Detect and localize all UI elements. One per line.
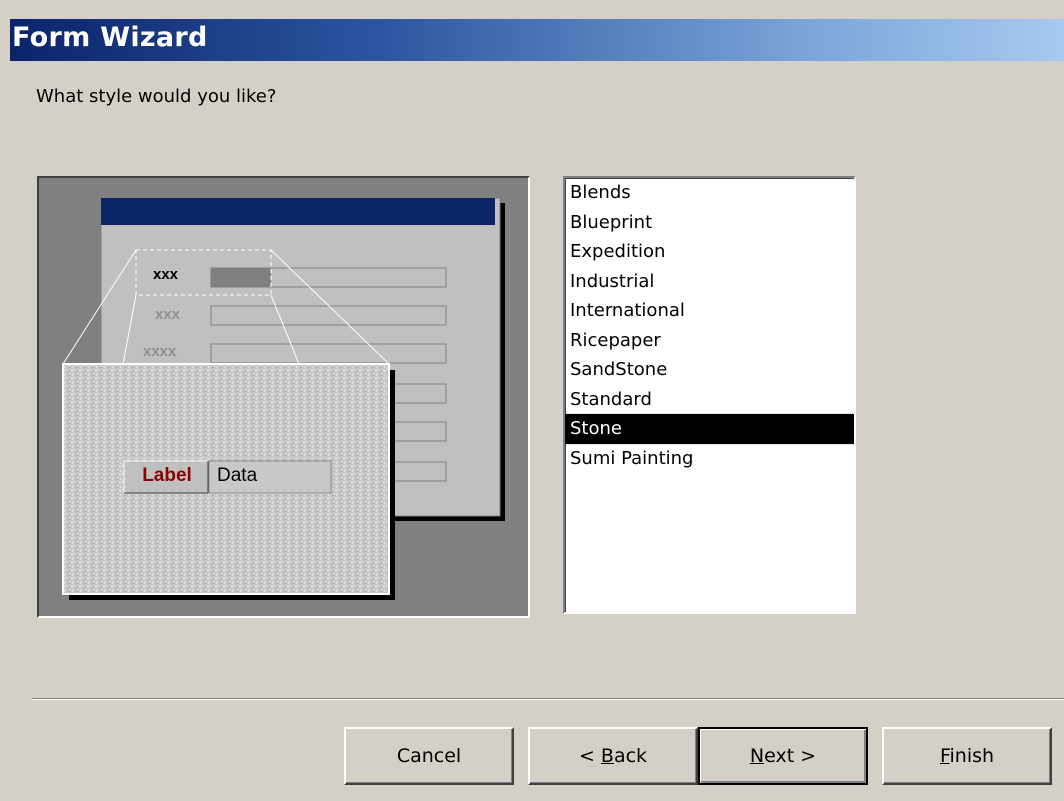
style-item-blends[interactable]: Blends xyxy=(565,178,854,208)
form-wizard-window: Form Wizard What style would you like? x… xyxy=(0,0,1064,801)
button-separator xyxy=(32,698,1064,700)
style-item-standard[interactable]: Standard xyxy=(565,385,854,415)
next-button[interactable]: Next > xyxy=(698,727,868,785)
preview-field-1-highlight xyxy=(211,268,271,287)
title-bar: Form Wizard xyxy=(10,19,1064,61)
finish-button-label-rest: inish xyxy=(949,745,995,767)
style-item-stone[interactable]: Stone xyxy=(565,413,854,445)
finish-button-mnemonic: F xyxy=(939,745,950,767)
back-button-mnemonic: B xyxy=(600,745,614,767)
style-listbox[interactable]: Blends Blueprint Expedition Industrial I… xyxy=(563,176,856,614)
next-button-mnemonic: N xyxy=(749,745,765,767)
next-button-label-rest: ext > xyxy=(764,745,817,767)
style-item-ricepaper[interactable]: Ricepaper xyxy=(565,326,854,356)
preview-field-label-1: xxx xyxy=(153,266,179,283)
finish-button[interactable]: Finish xyxy=(882,727,1052,785)
style-preview: xxx xxx xxxx Label Data xyxy=(37,176,530,618)
style-item-sandstone[interactable]: SandStone xyxy=(565,355,854,385)
preview-field-label-2: xxx xyxy=(155,306,181,323)
preview-data-text: Data xyxy=(217,465,258,486)
cancel-button[interactable]: Cancel xyxy=(344,727,514,785)
cancel-button-label: Cancel xyxy=(396,745,462,767)
style-item-sumi-painting[interactable]: Sumi Painting xyxy=(565,444,854,474)
preview-label-text: Label xyxy=(142,465,192,486)
style-item-international[interactable]: International xyxy=(565,296,854,326)
preview-form-header xyxy=(101,198,495,225)
style-item-expedition[interactable]: Expedition xyxy=(565,237,854,267)
back-button-label-rest: ack xyxy=(613,745,648,767)
style-question: What style would you like? xyxy=(36,86,277,107)
preview-illustration xyxy=(62,197,505,600)
window-title: Form Wizard xyxy=(12,22,208,53)
back-button[interactable]: < Back xyxy=(528,727,698,785)
back-button-prefix: < xyxy=(578,745,601,767)
style-item-blueprint[interactable]: Blueprint xyxy=(565,208,854,238)
preview-field-label-3: xxxx xyxy=(143,343,177,360)
style-item-industrial[interactable]: Industrial xyxy=(565,267,854,297)
